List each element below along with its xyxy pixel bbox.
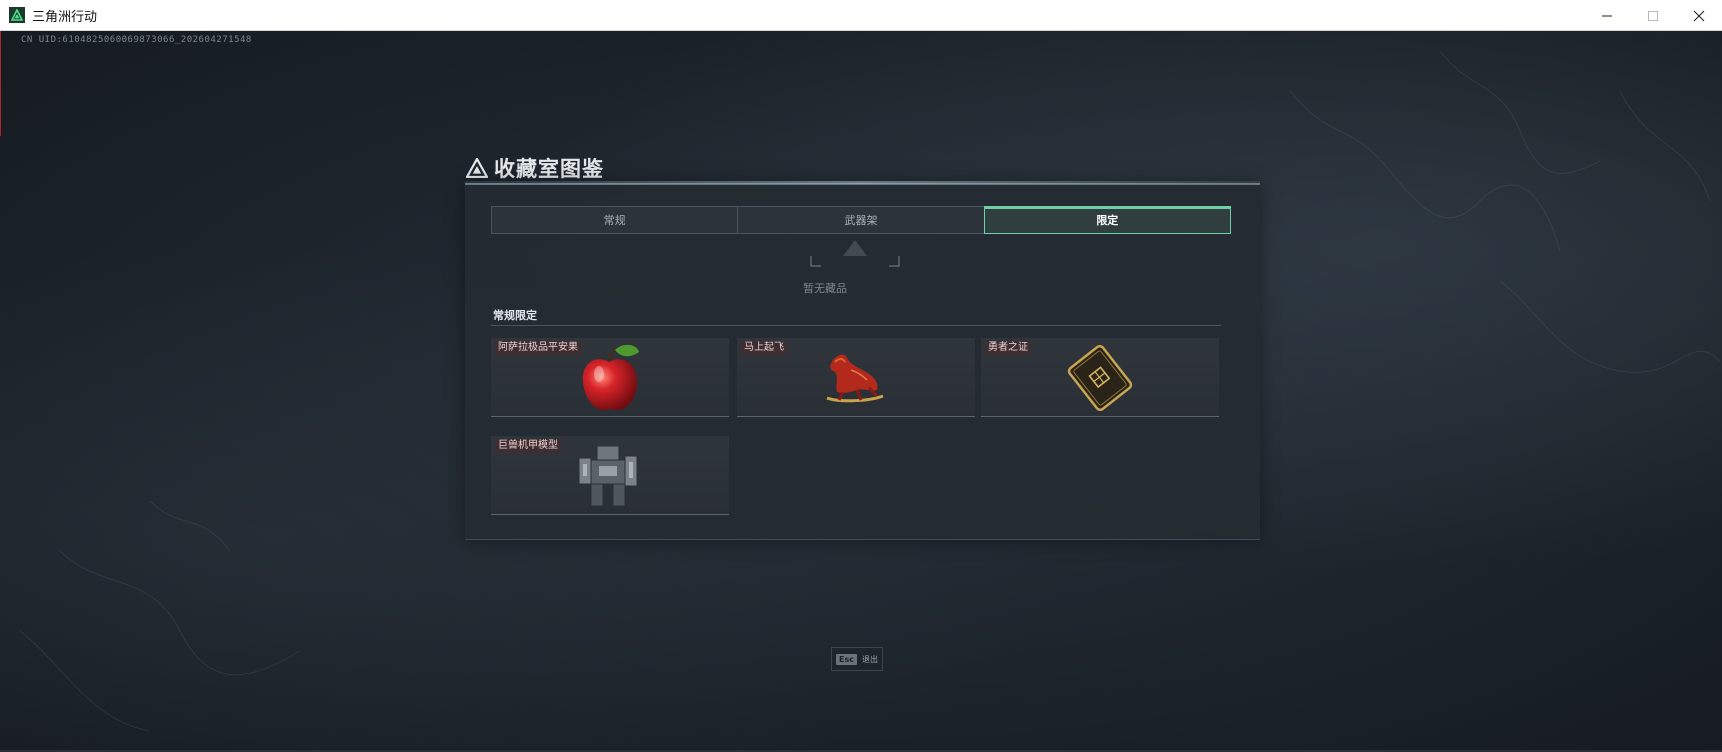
collection-content[interactable]: 暂无藏品 常规限定 阿萨拉极品平安果 马上起飞 勇者之证 巨兽机甲模型 xyxy=(491,238,1231,522)
esc-exit-button[interactable]: Esc 退出 xyxy=(831,647,883,671)
close-button[interactable] xyxy=(1676,0,1722,31)
panel-top-glow xyxy=(465,181,1260,184)
uid-label: CN UID:6104825060069873066_202604271548 xyxy=(21,35,252,45)
collection-item-card[interactable]: 勇者之证 xyxy=(981,338,1219,417)
collection-item-horse[interactable]: 马上起飞 xyxy=(737,338,975,417)
section-divider xyxy=(491,325,1221,326)
item-label: 巨兽机甲模型 xyxy=(495,439,561,453)
panel-title: 收藏室图鉴 xyxy=(466,153,604,183)
tab-limited[interactable]: 限定 xyxy=(983,206,1231,234)
tab-weapon-rack[interactable]: 武器架 xyxy=(738,207,985,233)
window-title-bar: 三角洲行动 xyxy=(0,0,1722,31)
delta-force-logo-icon xyxy=(9,7,25,23)
item-label: 马上起飞 xyxy=(741,341,787,355)
card-icon xyxy=(1067,344,1133,412)
maximize-button[interactable] xyxy=(1630,0,1676,31)
window-title: 三角洲行动 xyxy=(32,9,98,25)
tab-regular[interactable]: 常规 xyxy=(492,207,739,233)
item-label: 阿萨拉极品平安果 xyxy=(495,341,581,355)
empty-state-icon xyxy=(810,240,900,267)
section-title: 常规限定 xyxy=(493,309,537,322)
minimize-button[interactable] xyxy=(1584,0,1630,31)
panel-title-text: 收藏室图鉴 xyxy=(494,157,604,181)
mecha-icon xyxy=(578,445,638,507)
tab-bar: 常规 武器架 限定 xyxy=(491,206,1231,234)
apple-icon xyxy=(582,344,639,411)
collection-panel: 常规 武器架 限定 暂无藏品 常规限定 阿萨拉极品平安果 马上起飞 勇者之证 巨… xyxy=(465,181,1260,540)
collection-item-apple[interactable]: 阿萨拉极品平安果 xyxy=(491,338,729,417)
esc-key-badge: Esc xyxy=(836,653,857,665)
item-label: 勇者之证 xyxy=(985,341,1031,355)
esc-label: 退出 xyxy=(861,654,878,664)
collection-item-mecha[interactable]: 巨兽机甲模型 xyxy=(491,436,729,515)
horse-icon xyxy=(826,354,884,403)
delta-logo-icon xyxy=(466,158,488,178)
empty-state-text: 暂无藏品 xyxy=(803,282,847,295)
